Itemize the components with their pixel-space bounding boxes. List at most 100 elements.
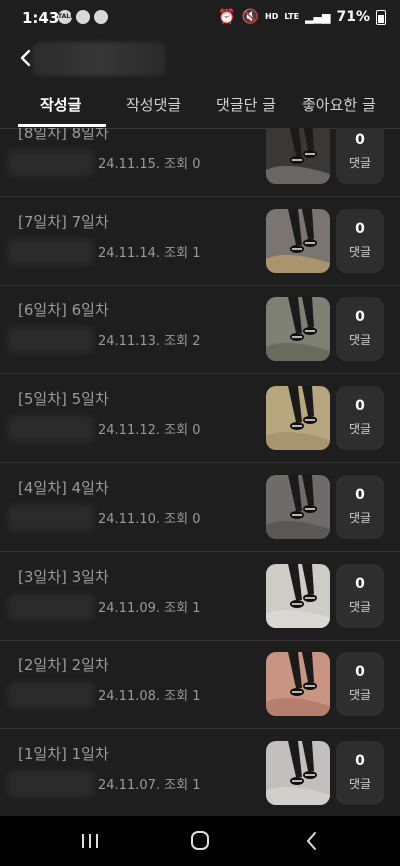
tab-liked-posts[interactable]: 좋아요한 글	[302, 94, 376, 115]
mute-icon: 🔇	[241, 9, 260, 25]
comment-count-badge[interactable]: 0 댓글	[336, 563, 384, 628]
comment-count: 0	[355, 132, 365, 148]
blurred-author	[8, 504, 94, 531]
status-time: 1:43	[22, 9, 60, 27]
blurred-author	[8, 593, 94, 620]
shoes-photo-icon	[266, 128, 330, 184]
system-nav-bar	[0, 816, 400, 866]
comment-count-badge[interactable]: 0 댓글	[336, 208, 384, 273]
shoes-photo-icon	[266, 652, 330, 717]
post-title: [3일차] 3일차	[18, 567, 109, 586]
battery-icon	[376, 9, 386, 25]
notification-icons: TALK	[58, 10, 108, 24]
comment-label: 댓글	[348, 333, 372, 348]
post-thumbnail[interactable]	[266, 563, 330, 628]
post-title: [1일차] 1일차	[18, 744, 109, 763]
comment-count: 0	[355, 398, 365, 415]
post-list: [8일차] 8일차 24.11.15. 조회 0 0 댓글 [7일차] 7일차 24.11…	[0, 128, 400, 816]
tab-commented-posts[interactable]: 댓글단 글	[216, 94, 276, 115]
post-title: [2일차] 2일차	[18, 656, 109, 675]
home-button[interactable]	[186, 828, 214, 854]
comment-label: 댓글	[348, 422, 372, 437]
blurred-author	[8, 327, 94, 354]
post-thumbnail[interactable]	[266, 128, 330, 184]
comment-count-badge[interactable]: 0 댓글	[336, 297, 384, 362]
blurred-author	[8, 770, 94, 797]
post-thumbnail[interactable]	[266, 297, 330, 362]
status-right: ⏰ 🔇 HD LTE ▂▄▆ 71%	[218, 9, 386, 25]
post-meta: 24.11.12. 조회 0	[98, 423, 201, 439]
comment-label: 댓글	[348, 510, 372, 525]
post-meta: 24.11.15. 조회 0	[98, 157, 201, 172]
shoes-photo-icon	[266, 297, 330, 362]
post-row[interactable]: [1일차] 1일차 24.11.07. 조회 1 0 댓글	[0, 729, 400, 816]
post-thumbnail[interactable]	[266, 740, 330, 805]
battery-text: 71%	[336, 9, 370, 25]
comment-count: 0	[355, 220, 365, 237]
kakaotalk-icon: TALK	[58, 10, 75, 24]
comment-count-badge[interactable]: 0 댓글	[336, 128, 384, 184]
post-thumbnail[interactable]	[266, 474, 330, 539]
post-title: [7일차] 7일차	[18, 212, 109, 231]
hd-voice-icon: HD	[265, 12, 279, 21]
post-row[interactable]: [5일차] 5일차 24.11.12. 조회 0 0 댓글	[0, 374, 400, 464]
blurred-author	[8, 150, 94, 176]
post-thumbnail[interactable]	[266, 386, 330, 451]
comment-label: 댓글	[348, 688, 372, 703]
post-row[interactable]: [6일차] 6일차 24.11.13. 조회 2 0 댓글	[0, 285, 400, 375]
shoes-photo-icon	[266, 386, 330, 451]
tab-my-posts[interactable]: 작성글	[40, 94, 81, 115]
comment-count-badge[interactable]: 0 댓글	[336, 386, 384, 451]
comment-label: 댓글	[348, 156, 372, 170]
post-meta: 24.11.09. 조회 1	[98, 600, 201, 616]
home-icon	[191, 831, 209, 850]
blurred-author	[8, 238, 94, 265]
chat-bubble-icon	[76, 10, 90, 24]
blurred-author	[8, 682, 94, 709]
post-meta: 24.11.08. 조회 1	[98, 689, 201, 705]
lte-icon: LTE	[284, 12, 300, 21]
post-thumbnail[interactable]	[266, 208, 330, 273]
shoes-photo-icon	[266, 208, 330, 273]
recent-apps-icon	[82, 834, 98, 848]
shoes-photo-icon	[266, 474, 330, 539]
post-meta: 24.11.10. 조회 0	[98, 511, 201, 527]
comment-label: 댓글	[348, 244, 372, 259]
post-title: [8일차] 8일차	[18, 128, 109, 142]
post-title: [5일차] 5일차	[18, 390, 109, 409]
post-thumbnail[interactable]	[266, 652, 330, 717]
post-title: [6일차] 6일차	[18, 301, 109, 320]
comment-label: 댓글	[348, 599, 372, 614]
post-meta: 24.11.14. 조회 1	[98, 245, 201, 261]
post-meta: 24.11.13. 조회 2	[98, 334, 201, 350]
status-bar: 1:43 TALK ⏰ 🔇 HD LTE ▂▄▆ 71%	[0, 0, 400, 36]
shoes-photo-icon	[266, 563, 330, 628]
comment-count: 0	[355, 486, 365, 503]
blurred-username	[32, 42, 166, 76]
post-title: [4일차] 4일차	[18, 478, 109, 497]
comment-count-badge[interactable]: 0 댓글	[336, 474, 384, 539]
tab-my-comments[interactable]: 작성댓글	[126, 94, 181, 115]
app-notification-icon	[94, 10, 108, 24]
post-row[interactable]: [7일차] 7일차 24.11.14. 조회 1 0 댓글	[0, 197, 400, 286]
comment-count: 0	[355, 752, 365, 769]
comment-count: 0	[355, 309, 365, 326]
header	[0, 36, 400, 84]
active-tab-indicator	[18, 124, 106, 127]
comment-count: 0	[355, 664, 365, 681]
comment-count-badge[interactable]: 0 댓글	[336, 740, 384, 805]
post-row[interactable]: [8일차] 8일차 24.11.15. 조회 0 0 댓글	[0, 128, 400, 197]
comment-count: 0	[355, 575, 365, 592]
shoes-photo-icon	[266, 740, 330, 805]
post-row[interactable]: [4일차] 4일차 24.11.10. 조회 0 0 댓글	[0, 463, 400, 552]
post-row[interactable]: [3일차] 3일차 24.11.09. 조회 1 0 댓글	[0, 552, 400, 641]
post-row[interactable]: [2일차] 2일차 24.11.08. 조회 1 0 댓글	[0, 640, 400, 730]
comment-count-badge[interactable]: 0 댓글	[336, 652, 384, 717]
recent-apps-button[interactable]	[76, 828, 104, 854]
chevron-left-icon	[306, 832, 316, 850]
post-meta: 24.11.07. 조회 1	[98, 777, 201, 793]
tab-bar: 작성글 작성댓글 댓글단 글 좋아요한 글	[0, 84, 400, 129]
blurred-author	[8, 416, 94, 443]
signal-icon: ▂▄▆	[305, 10, 331, 24]
back-nav-button[interactable]	[298, 828, 326, 854]
